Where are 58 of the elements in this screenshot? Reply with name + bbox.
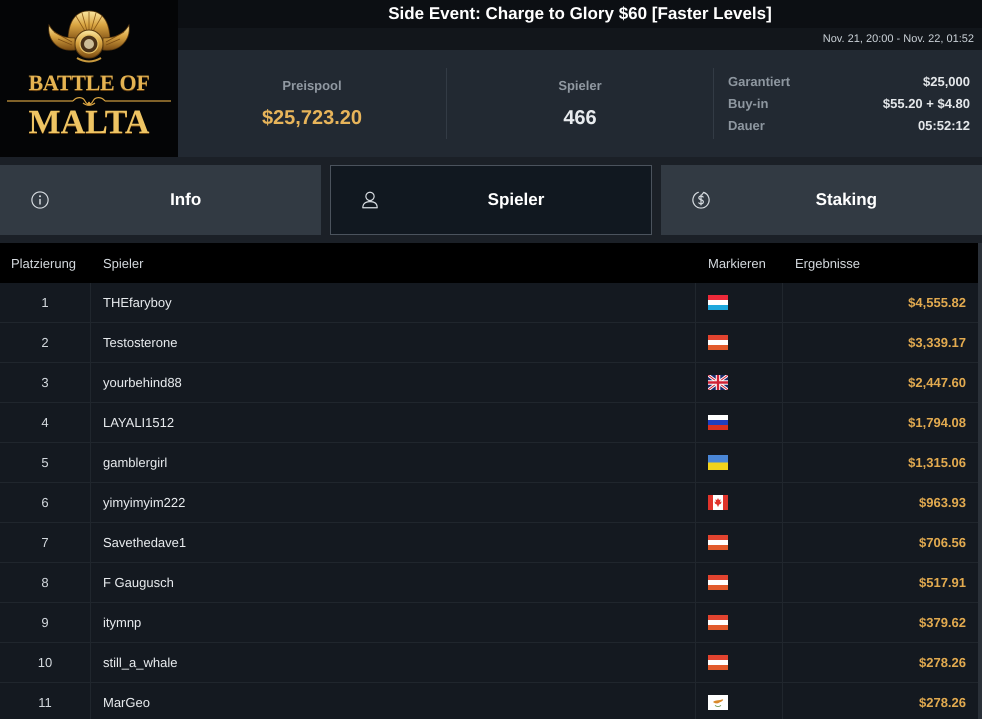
logo-text: BATTLE OF [28,71,150,95]
dollar-coin-icon [692,191,710,209]
detail-value: $55.20 + $4.80 [882,96,970,112]
tab[interactable]: Info [0,165,322,235]
table-cell-text: 4 [40,414,50,432]
info-icon [31,191,49,209]
table-cell-text: 6 [40,494,50,512]
stat-value: 466 [563,106,597,130]
detail-label: Dauer [728,118,766,134]
table-cell-text: 11 [37,694,53,712]
table-cell: THEfaryboy [90,283,695,322]
table-cell: LAYALI1512 [90,403,695,442]
stat-label: Spieler [558,78,602,94]
flag-icon [708,495,728,510]
tab[interactable]: Spieler [330,165,652,235]
event-title: Side Event: Charge to Glory $60 [Faster Levels] [388,4,772,24]
table-cell: Savethedave1 [90,523,695,562]
ornament-icon [7,96,171,106]
flag-icon [708,415,728,430]
logo-text: MALTA [28,107,150,139]
detail-value: 05:52:12 [916,118,970,134]
table-cell-text: 8 [40,574,50,592]
table-cell: itymnp [90,603,695,642]
column-header: Platzierung [10,256,78,270]
stat-label: Preispool [282,78,342,94]
table-cell-text: 9 [40,614,50,632]
flag-icon [708,295,728,310]
table-cell-text: 7 [40,534,50,552]
detail-label: Buy-in [728,96,770,112]
table-cell: MarGeo [90,683,695,719]
table-cell: gamblergirl [90,443,695,482]
flag-icon [708,535,728,550]
column-header: Ergebnisse [794,256,862,270]
table-cell: Testosterone [90,323,695,362]
table-cell: still_a_whale [90,643,695,682]
table-cell: F Gaugusch [90,563,695,602]
table-cell-text: 5 [40,454,50,472]
table-cell-text: 10 [36,654,54,672]
flag-icon [708,455,728,470]
tab[interactable]: Staking [660,165,982,235]
table-cell-text: 2 [40,334,50,352]
date-range: Nov. 21, 20:00 - Nov. 22, 01:52 [822,33,974,45]
detail-label: Garantiert [728,74,792,90]
flag-icon [708,695,728,710]
flag-icon [708,335,728,350]
stat-value: $25,723.20 [262,106,362,130]
table-cell-text: 1 [40,294,50,312]
flag-icon [708,615,728,630]
user-icon [361,191,380,209]
table-cell-text: 3 [40,374,50,392]
table-cell: yourbehind88 [90,363,695,402]
flag-icon [708,575,728,590]
flag-icon [708,375,728,390]
column-header: Spieler [102,256,144,270]
detail-value: $25,000 [922,74,970,90]
flag-icon [708,655,728,670]
column-header: Markieren [707,256,767,270]
table-cell: yimyimyim222 [90,483,695,522]
